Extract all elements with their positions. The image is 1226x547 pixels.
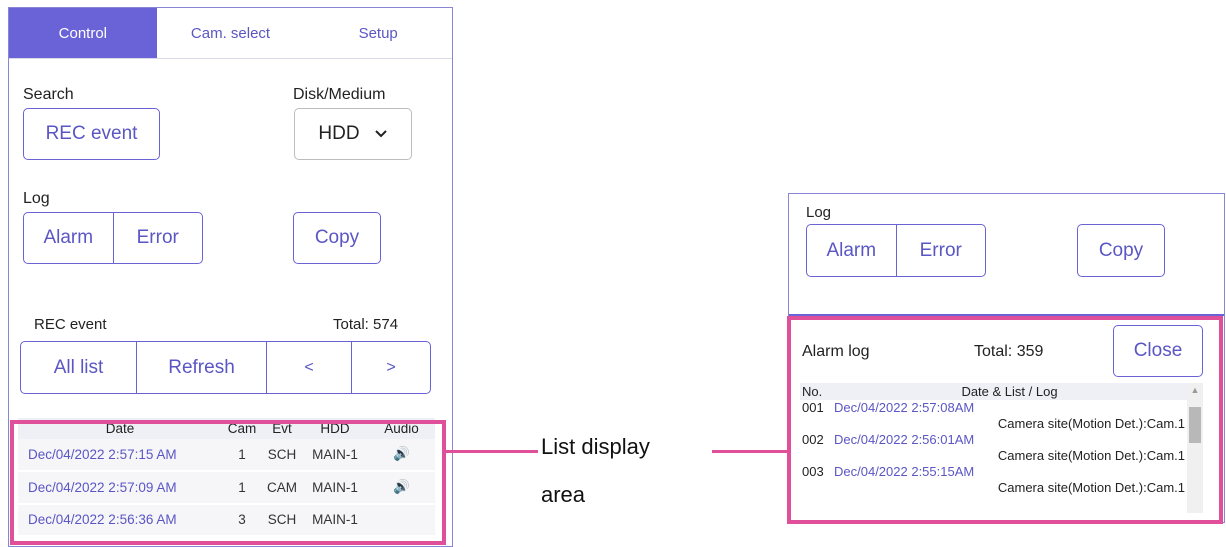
tab-control[interactable]: Control (9, 8, 157, 58)
row-no: 002 (802, 432, 824, 447)
refresh-button[interactable]: Refresh (137, 342, 267, 393)
copy-button[interactable]: Copy (293, 212, 381, 264)
alarm-log-button-right[interactable]: Alarm (807, 225, 897, 276)
scroll-up-icon[interactable]: ▲ (1187, 385, 1203, 395)
callout-line2: area (541, 482, 586, 507)
alarm-log-label: Alarm log (802, 343, 870, 360)
disk-medium-label: Disk/Medium (293, 86, 386, 103)
disk-medium-select[interactable]: HDD (294, 108, 412, 160)
all-list-button[interactable]: All list (21, 342, 137, 393)
rec-event-list-label: REC event (34, 316, 107, 333)
next-page-button[interactable]: > (352, 342, 430, 393)
row-date[interactable]: Dec/04/2022 2:56:01AM (834, 432, 974, 447)
alarm-log-table: No. Date & List / Log 001 Dec/04/2022 2:… (800, 383, 1187, 496)
row-message: Camera site(Motion Det.):Cam.1 (997, 416, 1185, 431)
row-date[interactable]: Dec/04/2022 2:55:15AM (834, 464, 974, 479)
row-no: 003 (802, 464, 824, 479)
log-label: Log (23, 190, 50, 207)
chevron-down-icon (374, 130, 387, 138)
prev-page-button[interactable]: < (267, 342, 352, 393)
callout-connector-left (446, 450, 538, 453)
tab-divider (9, 58, 452, 59)
table-row[interactable]: 003 Dec/04/2022 2:55:15AM Camera site(Mot… (800, 464, 1187, 496)
log-button-group-right: Alarm Error (806, 224, 986, 277)
row-no: 001 (802, 400, 824, 415)
log-scrollbar[interactable]: ▲ (1187, 383, 1203, 513)
rec-event-total: Total: 574 (333, 316, 399, 333)
error-log-button-right[interactable]: Error (897, 225, 986, 276)
table-row[interactable]: 002 Dec/04/2022 2:56:01AM Camera site(Mot… (800, 432, 1187, 464)
scrollbar-thumb[interactable] (1189, 407, 1201, 443)
table-row[interactable]: 001 Dec/04/2022 2:57:08AM Camera site(Mot… (800, 400, 1187, 432)
alarm-log-button[interactable]: Alarm (24, 213, 114, 263)
callout-line1: List display (541, 434, 650, 459)
row-message: Camera site(Motion Det.):Cam.1 (997, 448, 1185, 463)
search-label: Search (23, 86, 74, 103)
col-no: No. (800, 383, 832, 400)
callout-connector-right (712, 450, 789, 453)
list-display-highlight-left (10, 420, 446, 545)
disk-medium-value: HDD (318, 123, 360, 144)
list-nav-group: All list Refresh < > (20, 341, 431, 394)
error-log-button[interactable]: Error (114, 213, 203, 263)
tab-setup[interactable]: Setup (304, 8, 453, 58)
log-button-group: Alarm Error (23, 212, 203, 264)
log-label-right: Log (806, 204, 832, 221)
row-date[interactable]: Dec/04/2022 2:57:08AM (834, 400, 974, 415)
rec-event-button[interactable]: REC event (23, 108, 160, 160)
close-button[interactable]: Close (1113, 325, 1203, 377)
tab-bar: Control Cam. select Setup (9, 8, 453, 58)
tab-cam-select[interactable]: Cam. select (156, 8, 305, 58)
col-date-log: Date & List / Log (832, 383, 1187, 400)
copy-button-right[interactable]: Copy (1077, 224, 1165, 277)
row-message: Camera site(Motion Det.):Cam.1 (997, 480, 1185, 495)
alarm-log-total: Total: 359 (974, 343, 1044, 360)
